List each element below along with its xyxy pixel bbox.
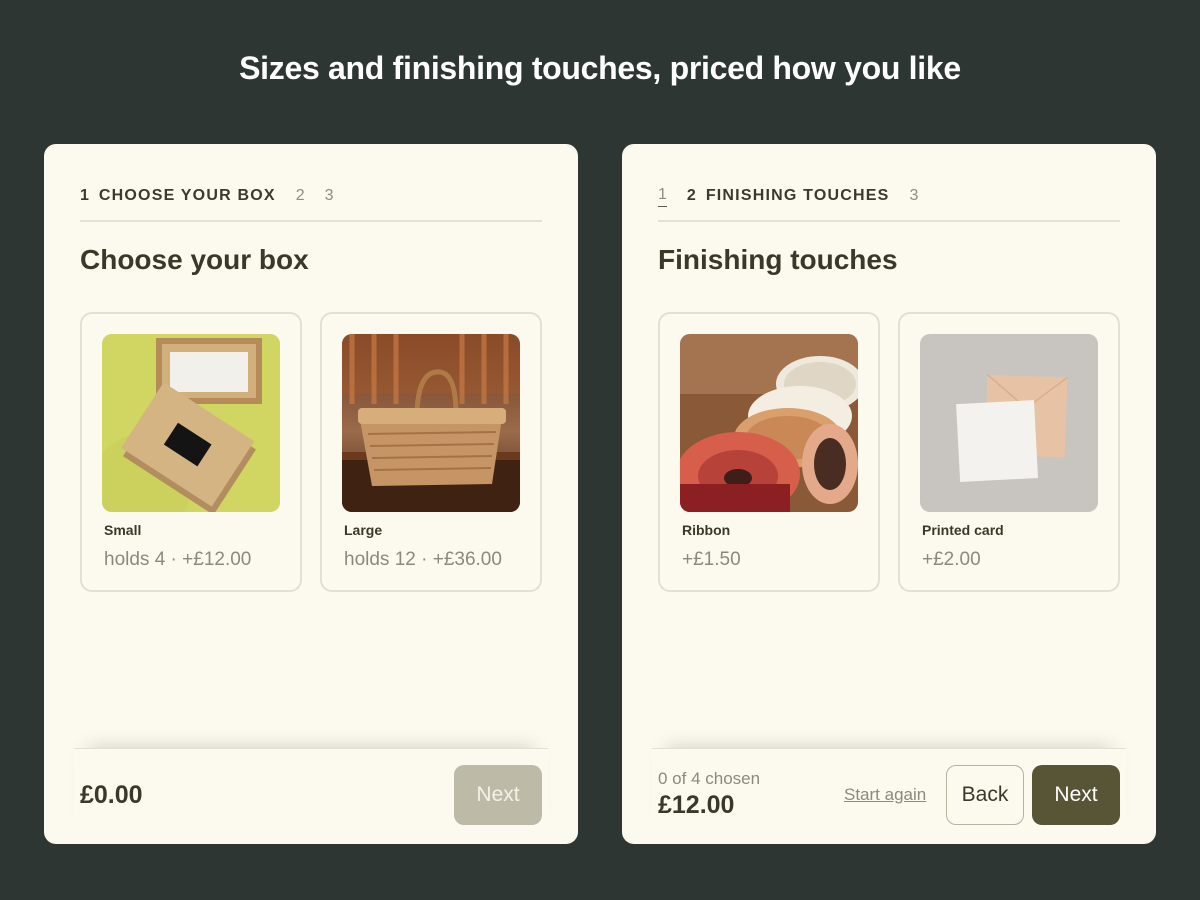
back-button[interactable]: Back (946, 765, 1024, 825)
option-name: Printed card (922, 522, 1004, 538)
step-3: 3 (910, 186, 919, 206)
step-number: 3 (324, 187, 334, 204)
option-card-printed-card[interactable]: Printed card +£2.00 (898, 312, 1120, 592)
box-options: Small holds 4 · +£12.00 Large holds 12 ·… (80, 312, 542, 592)
page-headline: Sizes and finishing touches, priced how … (239, 50, 961, 86)
step-3: 3 (325, 186, 334, 206)
option-meta: holds 12 · +£36.00 (344, 549, 502, 570)
step-1-completed[interactable]: 1 (658, 186, 667, 207)
step-indicator: 1 CHOOSE YOUR BOX 2 3 (80, 186, 542, 222)
order-footer: £0.00 Next (74, 748, 548, 844)
selection-count: 0 of 4 chosen (658, 769, 761, 788)
step-label: CHOOSE YOUR BOX (98, 187, 276, 204)
finishing-touches-panel: 1 2 FINISHING TOUCHES 3 Finishing touche… (622, 144, 1156, 844)
option-meta: holds 4 · +£12.00 (104, 549, 252, 570)
extras-options: Ribbon +£1.50 Printed card +£2.00 (658, 312, 1120, 592)
ribbon-spools-image (680, 334, 858, 512)
step-1-current: 1 CHOOSE YOUR BOX (80, 186, 276, 206)
step-number: 2 (686, 187, 696, 204)
option-meta: +£2.00 (922, 549, 981, 570)
order-total: £12.00 (658, 791, 735, 819)
choose-box-panel: 1 CHOOSE YOUR BOX 2 3 Choose your box Sm… (44, 144, 578, 844)
option-meta: +£1.50 (682, 549, 741, 570)
step-label: FINISHING TOUCHES (705, 187, 890, 204)
option-name: Small (104, 522, 142, 538)
step-number: 2 (295, 187, 305, 204)
step-2: 2 (296, 186, 305, 206)
order-total: £0.00 (80, 781, 143, 809)
step-2-current: 2 FINISHING TOUCHES (687, 186, 890, 206)
start-again-link[interactable]: Start again (844, 785, 926, 805)
kraft-box-image (102, 334, 280, 512)
printed-card-image (920, 334, 1098, 512)
panel-title: Choose your box (80, 244, 309, 275)
option-card-small[interactable]: Small holds 4 · +£12.00 (80, 312, 302, 592)
panel-title: Finishing touches (658, 244, 898, 275)
step-number: 1 (658, 186, 667, 207)
next-button[interactable]: Next (1032, 765, 1120, 825)
step-number: 1 (80, 187, 89, 204)
order-footer: 0 of 4 chosen £12.00 Start again Back Ne… (652, 748, 1126, 844)
step-number: 3 (909, 187, 919, 204)
option-name: Ribbon (682, 522, 731, 538)
wicker-basket-image (342, 334, 520, 512)
option-name: Large (344, 522, 383, 538)
option-card-large[interactable]: Large holds 12 · +£36.00 (320, 312, 542, 592)
option-card-ribbon[interactable]: Ribbon +£1.50 (658, 312, 880, 592)
next-button[interactable]: Next (454, 765, 542, 825)
step-indicator: 1 2 FINISHING TOUCHES 3 (658, 186, 1120, 222)
